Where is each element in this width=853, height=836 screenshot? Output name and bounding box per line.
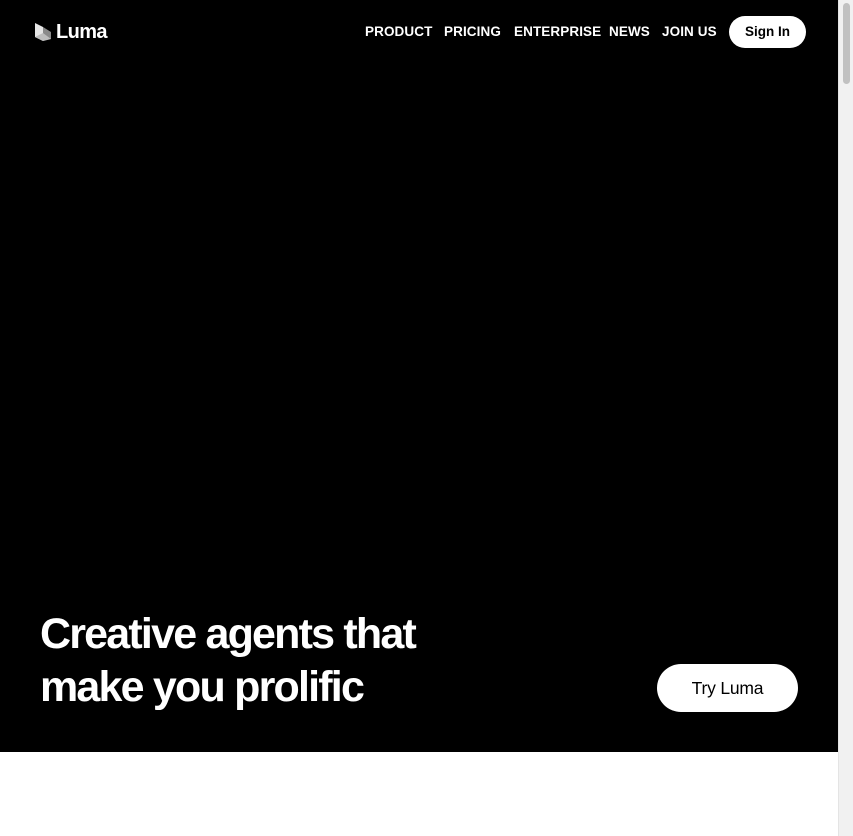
hero-section: Luma PRODUCT PRICING ENTERPRISE NEWS JOI…	[0, 0, 838, 752]
hero-headline-line-2: make you prolific	[40, 663, 365, 711]
hero-headline: Creative agents that make you prolific	[40, 608, 500, 714]
nav-pricing[interactable]: PRICING	[444, 24, 501, 40]
nav-product[interactable]: PRODUCT	[365, 24, 432, 40]
scrollbar-thumb[interactable]	[843, 3, 850, 84]
hero-headline-line-1: Creative agents that	[40, 610, 417, 658]
page: Luma PRODUCT PRICING ENTERPRISE NEWS JOI…	[0, 0, 838, 836]
main-nav: PRODUCT PRICING ENTERPRISE NEWS JOIN US	[0, 24, 838, 40]
nav-news[interactable]: NEWS	[609, 24, 650, 40]
try-luma-button[interactable]: Try Luma	[657, 664, 798, 712]
nav-join-us[interactable]: JOIN US	[662, 24, 717, 40]
vertical-scrollbar[interactable]	[838, 0, 853, 836]
sign-in-button[interactable]: Sign In	[729, 16, 806, 48]
nav-enterprise[interactable]: ENTERPRISE	[514, 24, 601, 40]
